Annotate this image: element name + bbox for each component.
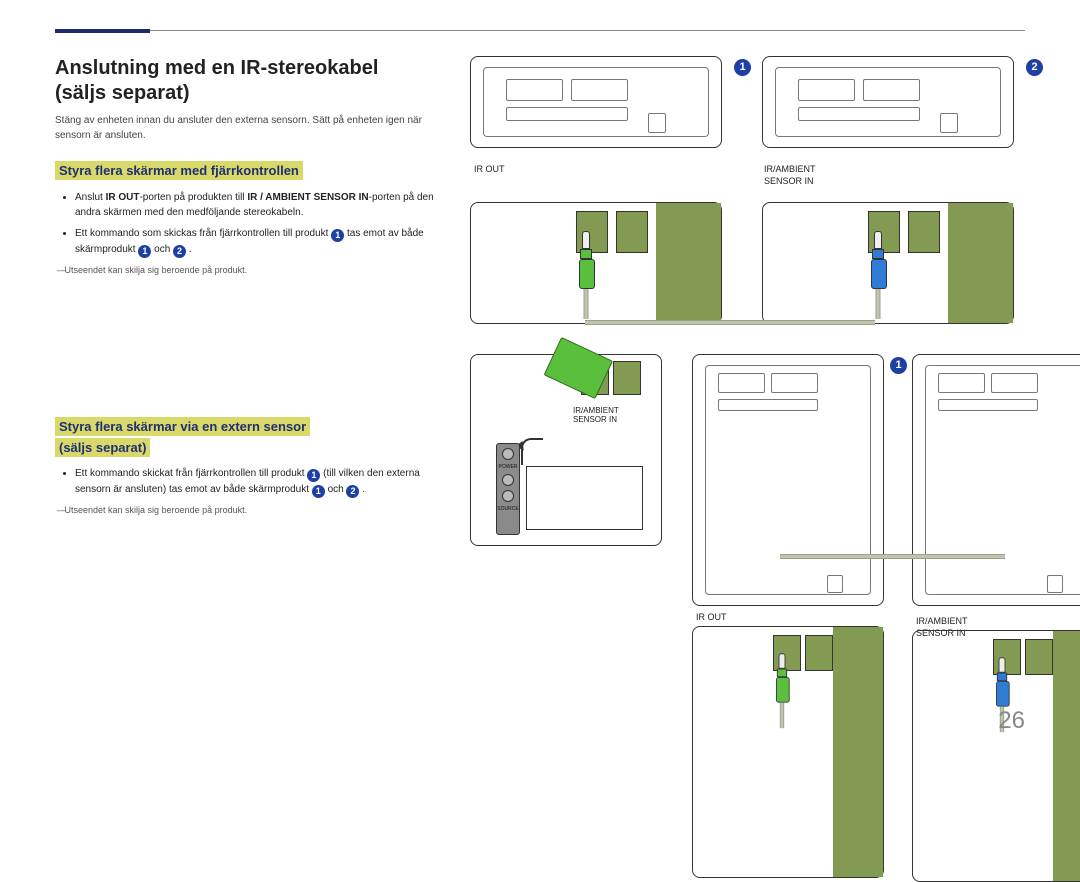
content-columns: Anslutning med en IR-stereokabel (säljs … <box>55 56 1025 882</box>
ir-ambient-label: IR/AMBIENT <box>764 164 1010 174</box>
display-back-panel-2: 2 <box>762 56 1014 148</box>
figure-set-2: IR/AMBIENTSENSOR IN POWER SOURCE <box>470 354 1080 882</box>
numcircle-2-icon: 2 <box>346 485 359 498</box>
section2-bullets: Ett kommando skickat från fjärrkontrolle… <box>55 466 435 498</box>
port-box-right <box>762 202 1014 324</box>
section2-bullet-1: Ett kommando skickat från fjärrkontrolle… <box>75 466 435 498</box>
display-back-panel-1: 1 <box>470 56 722 148</box>
section2-heading-l1: Styra flera skärmar via en extern sensor <box>55 417 310 436</box>
arrow-icon <box>521 438 543 465</box>
remote-source-label: SOURCE <box>497 506 519 512</box>
port-box-small-right <box>912 630 1080 882</box>
jack-green-icon <box>579 231 593 289</box>
display-back-panel-1-small: 1 <box>692 354 884 606</box>
figure-set-1: 1 2 IR OUT IR/AMBIENT SENSOR IN <box>470 56 1080 324</box>
jack-green-icon <box>776 653 788 702</box>
section2-heading-l2: (säljs separat) <box>55 438 150 457</box>
fig2-col-2: 2 IR/AMBIENT SENSOR IN <box>912 354 1080 882</box>
remote-power-label: POWER <box>497 464 519 470</box>
txt: och <box>328 484 347 495</box>
section-2: Styra flera skärmar via en extern sensor… <box>55 417 435 518</box>
ir-out-label: IR OUT <box>696 612 882 622</box>
jack-blue-icon <box>996 657 1008 706</box>
port-box-small-left <box>692 626 884 878</box>
right-column: 1 2 IR OUT IR/AMBIENT SENSOR IN <box>470 56 1080 882</box>
bold: IR OUT <box>106 192 140 203</box>
section1-footnote: Utseendet kan skilja sig beroende på pro… <box>57 264 435 277</box>
remote-control-icon: POWER SOURCE <box>496 443 520 535</box>
spacer <box>55 277 435 417</box>
txt: . <box>362 484 365 495</box>
left-column: Anslutning med en IR-stereokabel (säljs … <box>55 56 435 882</box>
cable-bridge-2 <box>780 554 1005 559</box>
fig1-port-row <box>470 202 1080 324</box>
section1-bullet-1: Anslut IR OUT-porten på produkten till I… <box>75 190 435 220</box>
bold: IR / AMBIENT SENSOR IN <box>247 192 368 203</box>
fig1-label-row: IR OUT IR/AMBIENT SENSOR IN <box>470 160 1080 190</box>
txt: -porten på produkten till <box>139 192 247 203</box>
numcircle-2-icon: 2 <box>173 245 186 258</box>
page-title: Anslutning med en IR-stereokabel (säljs … <box>55 56 435 106</box>
txt: och <box>154 244 173 255</box>
lede-text: Stäng av enheten innan du ansluter den e… <box>55 114 435 143</box>
section1-heading: Styra flera skärmar med fjärrkontrollen <box>55 161 303 180</box>
section2-footnote: Utseendet kan skilja sig beroende på pro… <box>57 504 435 517</box>
section1-bullet-2: Ett kommando som skickas från fjärrkontr… <box>75 226 435 258</box>
jack-blue-icon <box>871 231 885 289</box>
numcircle-1-icon: 1 <box>312 485 325 498</box>
external-device-icon <box>526 466 643 530</box>
section1-bullets: Anslut IR OUT-porten på produkten till I… <box>55 190 435 258</box>
ir-ambient-sensor-in-label: IR/AMBIENTSENSOR IN <box>573 407 619 425</box>
fig2-col-1: 1 IR OUT <box>692 354 882 882</box>
numcircle-1-icon: 1 <box>890 357 907 374</box>
top-rule <box>55 30 1025 31</box>
page-number: 26 <box>998 707 1025 735</box>
sensor-in-label: SENSOR IN <box>764 176 1010 186</box>
txt: Ett kommando som skickas från fjärrkontr… <box>75 228 331 239</box>
txt: Ett kommando skickat från fjärrkontrolle… <box>75 468 307 479</box>
numcircle-1-icon: 1 <box>138 245 151 258</box>
display-back-panel-2-small: 2 <box>912 354 1080 606</box>
ir-ambient-label: IR/AMBIENT <box>916 616 1080 626</box>
numcircle-2-icon: 2 <box>1026 59 1043 76</box>
txt: . <box>189 244 192 255</box>
txt: Anslut <box>75 192 106 203</box>
fig1-panel-row: 1 2 <box>470 56 1080 148</box>
ir-out-label: IR OUT <box>474 164 720 174</box>
section-1: Styra flera skärmar med fjärrkontrollen … <box>55 161 435 277</box>
numcircle-1-icon: 1 <box>331 229 344 242</box>
numcircle-1-icon: 1 <box>734 59 751 76</box>
page: Anslutning med en IR-stereokabel (säljs … <box>0 0 1080 763</box>
external-sensor-figure: IR/AMBIENTSENSOR IN POWER SOURCE <box>470 354 662 546</box>
cable-bridge <box>585 320 875 325</box>
numcircle-1-icon: 1 <box>307 469 320 482</box>
port-box-left <box>470 202 722 324</box>
